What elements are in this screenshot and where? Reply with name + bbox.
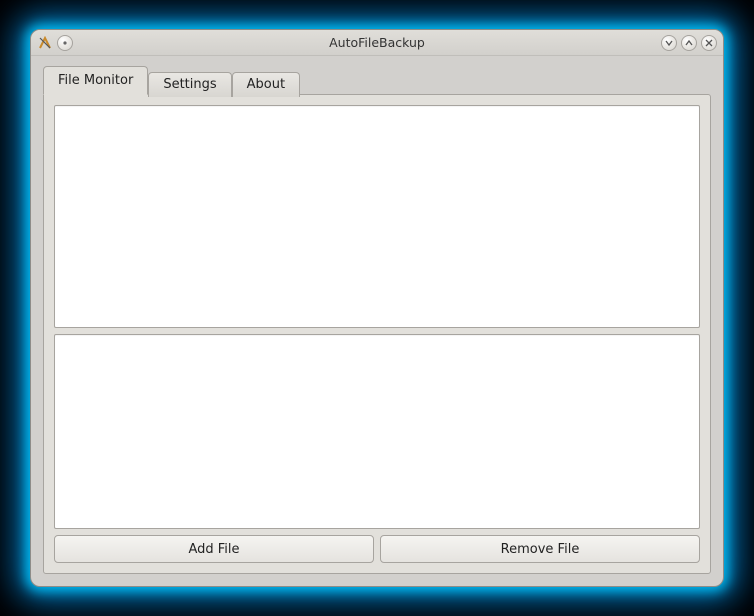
minimize-button[interactable] bbox=[661, 35, 677, 51]
button-row: Add File Remove File bbox=[54, 535, 700, 563]
file-list-bottom[interactable] bbox=[54, 334, 700, 529]
button-label: Remove File bbox=[501, 542, 580, 557]
button-label: Add File bbox=[188, 542, 239, 557]
window-title: AutoFileBackup bbox=[31, 35, 723, 50]
file-list-top[interactable] bbox=[54, 105, 700, 328]
app-icon bbox=[37, 35, 53, 51]
tab-label: About bbox=[247, 77, 285, 92]
maximize-button[interactable] bbox=[681, 35, 697, 51]
remove-file-button[interactable]: Remove File bbox=[380, 535, 700, 563]
tab-file-monitor[interactable]: File Monitor bbox=[43, 66, 148, 95]
client-area: File Monitor Settings About Add File bbox=[31, 56, 723, 586]
titlebar: AutoFileBackup bbox=[31, 30, 723, 56]
application-window: AutoFileBackup File Monitor bbox=[30, 29, 724, 587]
close-button[interactable] bbox=[701, 35, 717, 51]
tab-label: Settings bbox=[163, 77, 216, 92]
tabstrip: File Monitor Settings About bbox=[43, 66, 711, 94]
tab-about[interactable]: About bbox=[232, 72, 300, 97]
tabpanel-file-monitor: Add File Remove File bbox=[43, 94, 711, 574]
add-file-button[interactable]: Add File bbox=[54, 535, 374, 563]
tab-label: File Monitor bbox=[58, 73, 133, 88]
pin-button[interactable] bbox=[57, 35, 73, 51]
tab-settings[interactable]: Settings bbox=[148, 72, 231, 97]
